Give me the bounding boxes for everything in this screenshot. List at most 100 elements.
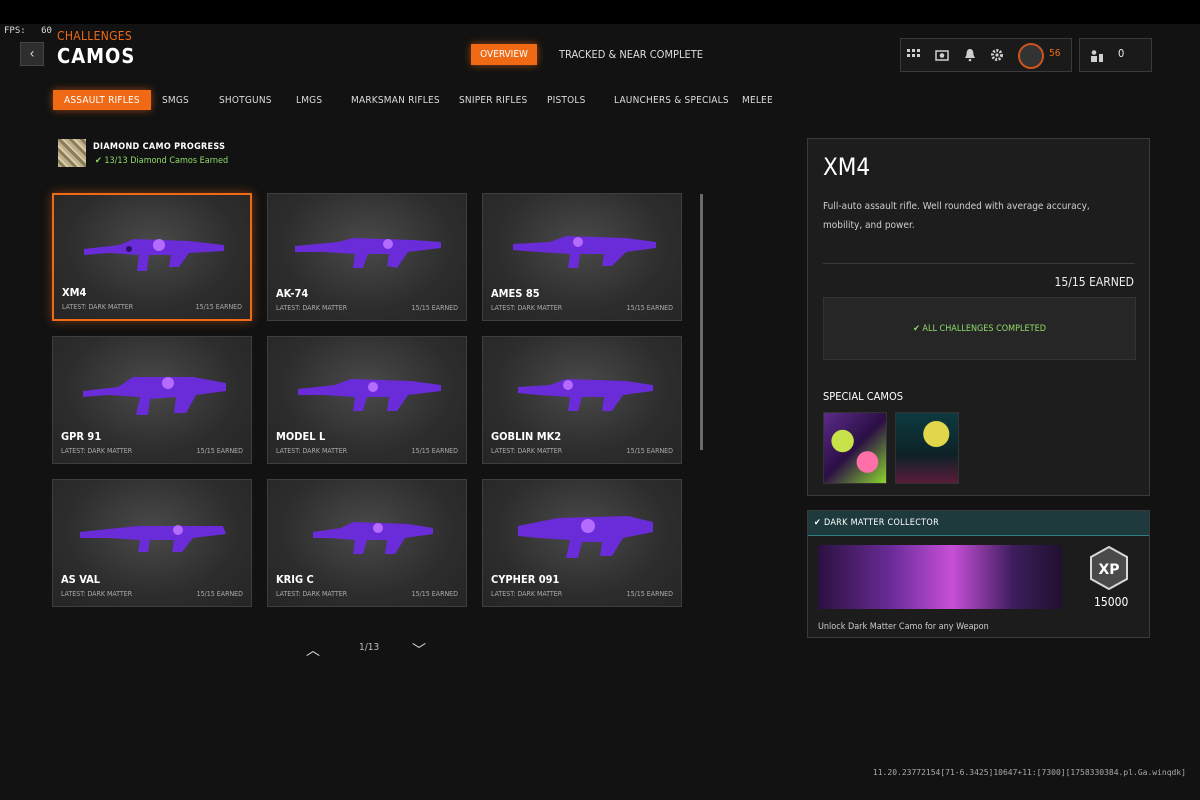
diamond-camo-thumbnail	[58, 139, 86, 167]
weapon-name: GOBLIN MK2	[491, 430, 562, 443]
build-version: 11.20.23772154[71-6.3425]10647+11:[7300]…	[872, 768, 1186, 777]
completion-box: ✔ ALL CHALLENGES COMPLETED	[823, 297, 1136, 360]
top-letterbox-bar	[0, 0, 1200, 24]
weapon-image	[298, 379, 441, 411]
weapon-image	[83, 377, 226, 415]
weapon-name: MODEL L	[276, 430, 326, 443]
weapon-earned: 15/15 EARNED	[411, 590, 458, 598]
party-icon	[1090, 48, 1104, 62]
player-level: 56	[1049, 48, 1061, 59]
diamond-progress-title: DIAMOND CAMO PROGRESS	[93, 142, 226, 152]
xp-value: 15000	[1094, 595, 1129, 609]
weapon-earned: 15/15 EARNED	[195, 303, 242, 311]
weapon-earned: 15/15 EARNED	[626, 304, 673, 312]
xp-icon-label: XP	[1098, 562, 1119, 578]
weapon-latest-camo: LATEST: DARK MATTER	[61, 447, 133, 455]
weapon-name: AS VAL	[61, 573, 101, 586]
xp-icon: XP	[1090, 545, 1128, 591]
detail-earned: 15/15 EARNED	[1054, 275, 1134, 289]
weapon-earned: 15/15 EARNED	[196, 590, 243, 598]
weapon-latest-camo: LATEST: DARK MATTER	[491, 304, 563, 312]
weapon-card-goblin-mk2[interactable]: GOBLIN MK2 LATEST: DARK MATTER 15/15 EAR…	[482, 336, 682, 464]
reward-panel: ✔ DARK MATTER COLLECTOR XP 15000 Unlock …	[807, 510, 1150, 638]
tab-tracked-near-complete[interactable]: TRACKED & NEAR COMPLETE	[559, 48, 703, 61]
detail-weapon-name: XM4	[823, 153, 871, 181]
weapon-card-ames-85[interactable]: AMES 85 LATEST: DARK MATTER 15/15 EARNED	[482, 193, 682, 321]
tab-pistols[interactable]: PISTOLS	[547, 95, 586, 106]
weapon-earned: 15/15 EARNED	[196, 447, 243, 455]
grid-icon[interactable]	[907, 48, 921, 62]
camera-icon[interactable]	[935, 48, 949, 62]
weapon-latest-camo: LATEST: DARK MATTER	[276, 304, 348, 312]
grid-scrollbar[interactable]	[700, 194, 703, 450]
weapon-card-cypher-091[interactable]: CYPHER 091 LATEST: DARK MATTER 15/15 EAR…	[482, 479, 682, 607]
party-box[interactable]: 0	[1079, 38, 1152, 72]
weapon-name: XM4	[62, 286, 87, 299]
diamond-progress-status: ✔ 13/13 Diamond Camos Earned	[95, 156, 229, 166]
tab-launchers-specials[interactable]: LAUNCHERS & SPECIALS	[614, 95, 729, 106]
tab-smgs[interactable]: SMGS	[162, 95, 189, 106]
reward-banner-image	[818, 545, 1062, 609]
weapon-latest-camo: LATEST: DARK MATTER	[62, 303, 134, 311]
bell-icon[interactable]	[963, 48, 977, 62]
prestige-badge-icon[interactable]	[1018, 43, 1044, 69]
reward-description: Unlock Dark Matter Camo for any Weapon	[818, 622, 989, 632]
weapon-image	[518, 379, 653, 411]
tab-sniper-rifles[interactable]: SNIPER RIFLES	[459, 95, 527, 106]
party-count: 0	[1118, 47, 1125, 60]
tab-shotguns[interactable]: SHOTGUNS	[219, 95, 272, 106]
weapon-card-model-l[interactable]: MODEL L LATEST: DARK MATTER 15/15 EARNED	[267, 336, 467, 464]
weapon-earned: 15/15 EARNED	[411, 304, 458, 312]
tab-assault-rifles[interactable]: ASSAULT RIFLES	[53, 90, 151, 110]
fps-label: FPS:	[4, 26, 26, 36]
weapon-image	[84, 239, 224, 271]
breadcrumb: CHALLENGES	[57, 29, 133, 43]
weapon-image	[80, 525, 226, 552]
weapon-image	[313, 522, 433, 554]
weapon-card-xm4[interactable]: XM4 LATEST: DARK MATTER 15/15 EARNED	[52, 193, 252, 321]
weapon-image	[518, 516, 653, 558]
hud-toolbar: 56	[900, 38, 1072, 72]
weapon-card-gpr-91[interactable]: GPR 91 LATEST: DARK MATTER 15/15 EARNED	[52, 336, 252, 464]
weapon-card-ak-74[interactable]: AK-74 LATEST: DARK MATTER 15/15 EARNED	[267, 193, 467, 321]
weapon-earned: 15/15 EARNED	[626, 590, 673, 598]
special-camos-title: SPECIAL CAMOS	[823, 390, 904, 403]
fps-counter: FPS: 60	[4, 26, 52, 36]
weapon-latest-camo: LATEST: DARK MATTER	[491, 590, 563, 598]
chevron-left-icon: ‹	[29, 46, 35, 62]
page-title: CAMOS	[57, 44, 136, 68]
detail-description: Full-auto assault rifle. Well rounded wi…	[823, 201, 1090, 231]
reward-header: ✔ DARK MATTER COLLECTOR	[808, 511, 1149, 536]
weapon-card-krig-c[interactable]: KRIG C LATEST: DARK MATTER 15/15 EARNED	[267, 479, 467, 607]
page-indicator: 1/13	[359, 642, 380, 653]
back-button[interactable]: ‹	[20, 42, 44, 66]
weapon-detail-panel: XM4 Full-auto assault rifle. Well rounde…	[807, 138, 1150, 496]
reward-title: ✔ DARK MATTER COLLECTOR	[814, 518, 939, 528]
tab-lmgs[interactable]: LMGS	[296, 95, 322, 106]
weapon-earned: 15/15 EARNED	[626, 447, 673, 455]
special-camo-1[interactable]	[823, 412, 887, 484]
weapon-latest-camo: LATEST: DARK MATTER	[276, 447, 348, 455]
fps-value: 60	[41, 26, 52, 36]
tab-overview[interactable]: OVERVIEW	[471, 44, 537, 65]
weapon-image	[513, 236, 656, 268]
tab-marksman-rifles[interactable]: MARKSMAN RIFLES	[351, 95, 440, 106]
page-up-icon[interactable]: ︿	[306, 640, 320, 660]
weapon-latest-camo: LATEST: DARK MATTER	[61, 590, 133, 598]
weapon-name: AMES 85	[491, 287, 540, 300]
completion-status: ✔ ALL CHALLENGES COMPLETED	[913, 323, 1046, 334]
weapon-name: KRIG C	[276, 573, 314, 586]
weapon-name: CYPHER 091	[491, 573, 560, 586]
weapon-name: GPR 91	[61, 430, 102, 443]
divider	[823, 263, 1135, 264]
tab-melee[interactable]: MELEE	[742, 95, 773, 106]
weapon-latest-camo: LATEST: DARK MATTER	[276, 590, 348, 598]
weapon-image	[295, 238, 441, 268]
weapon-earned: 15/15 EARNED	[411, 447, 458, 455]
weapon-name: AK-74	[276, 287, 309, 300]
weapon-card-as-val[interactable]: AS VAL LATEST: DARK MATTER 15/15 EARNED	[52, 479, 252, 607]
page-down-icon[interactable]: ﹀	[412, 640, 426, 660]
gear-icon[interactable]	[990, 48, 1004, 62]
special-camo-2[interactable]	[895, 412, 959, 484]
weapon-latest-camo: LATEST: DARK MATTER	[491, 447, 563, 455]
